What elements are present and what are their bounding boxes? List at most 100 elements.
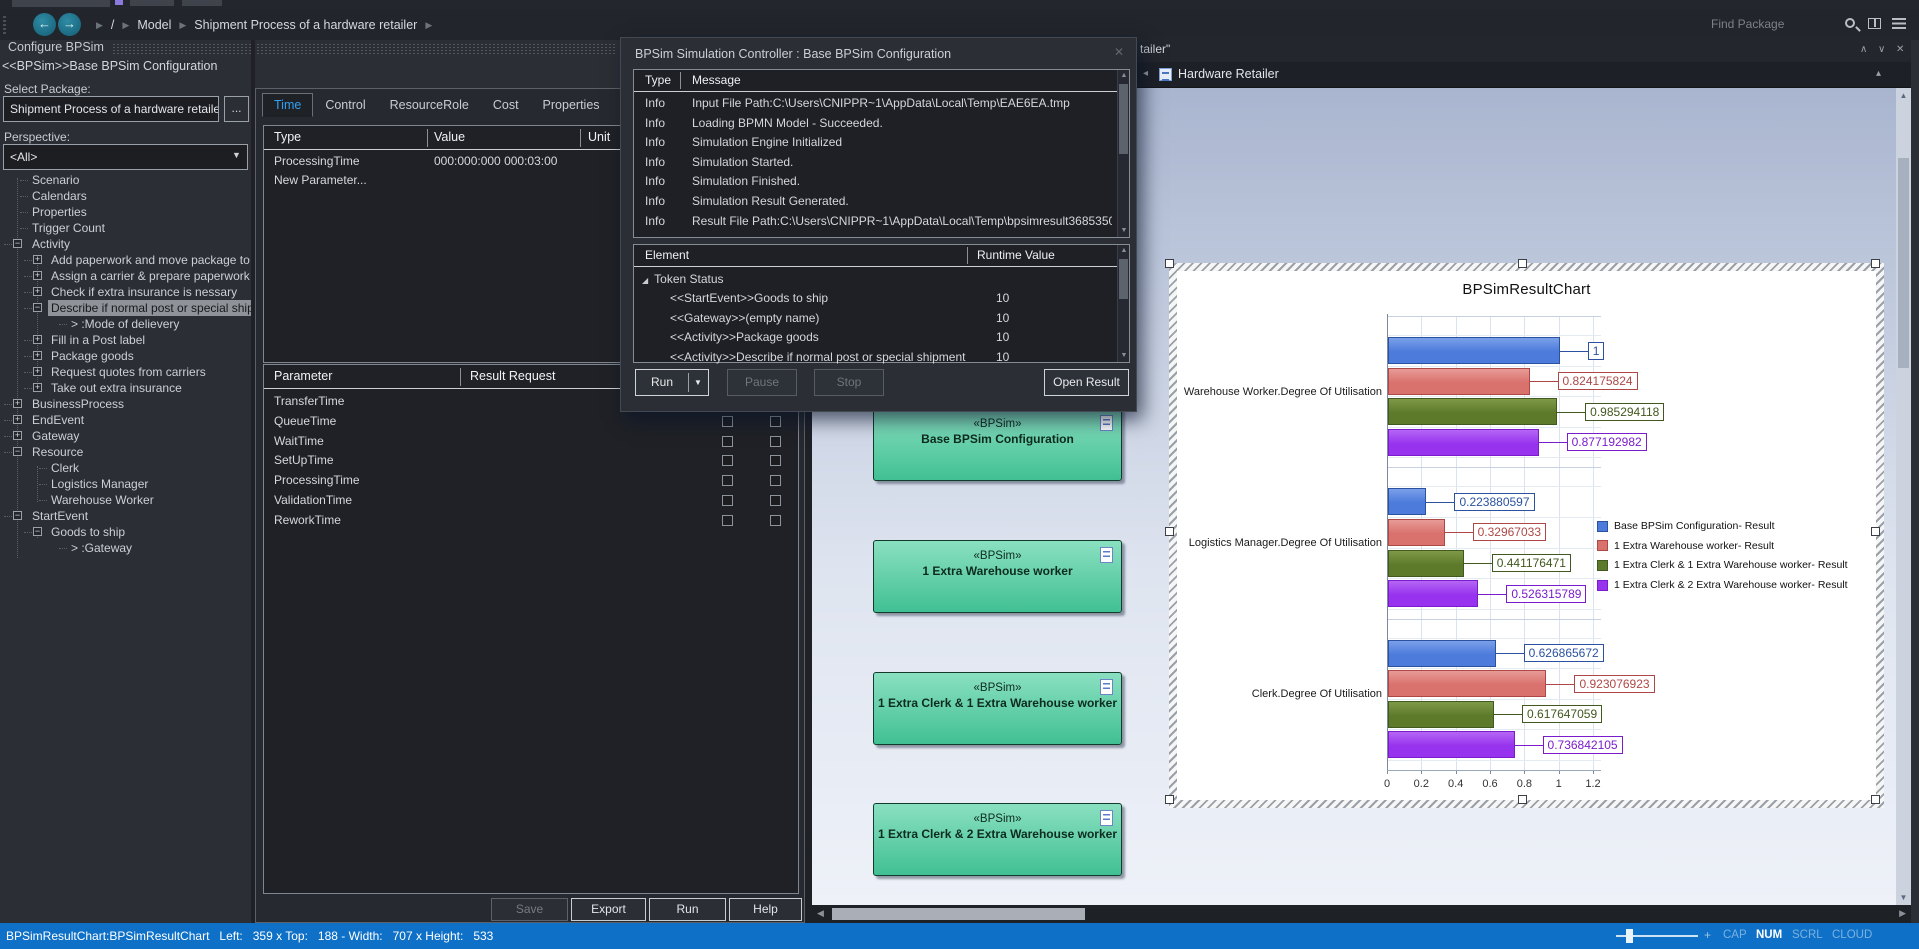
tab-resourcerole[interactable]: ResourceRole xyxy=(378,93,481,117)
result-parameter-cell[interactable]: SetUpTime xyxy=(274,451,334,470)
scroll-down-icon[interactable]: ▼ xyxy=(1118,225,1130,237)
tree-item[interactable]: −Goods to ship xyxy=(0,524,251,540)
expand-icon[interactable]: + xyxy=(13,399,22,408)
scroll-down-icon[interactable]: ▼ xyxy=(1896,890,1911,905)
token-status-group-row[interactable]: ◢Token Status xyxy=(642,270,724,289)
scroll-up-icon[interactable]: ▲ xyxy=(1118,70,1130,82)
drag-grip[interactable] xyxy=(3,16,6,34)
tree-item[interactable]: Clerk xyxy=(0,460,251,476)
tree-item[interactable]: −Resource xyxy=(0,444,251,460)
package-input[interactable]: Shipment Process of a hardware retailer xyxy=(3,96,219,122)
toggle-scrl[interactable]: SCRL xyxy=(1792,929,1823,941)
vertical-scrollbar[interactable]: ▲ ▼ xyxy=(1896,88,1911,905)
configure-bpsim-title[interactable]: Configure BPSim xyxy=(8,40,104,54)
expand-icon[interactable]: + xyxy=(13,415,22,424)
element-name-cell[interactable]: <<Gateway>>(empty name) xyxy=(670,309,970,328)
result-request-checkbox[interactable] xyxy=(770,455,781,466)
tab-cost[interactable]: Cost xyxy=(481,93,531,117)
log-type-cell[interactable]: Info xyxy=(645,114,665,133)
open-result-button[interactable]: Open Result xyxy=(1044,369,1129,396)
chevron-down-icon[interactable]: ∨ xyxy=(1878,44,1885,55)
expand-icon[interactable]: + xyxy=(13,431,22,440)
param-type-cell[interactable]: ProcessingTime xyxy=(274,152,360,171)
close-icon[interactable]: ✕ xyxy=(1114,45,1124,59)
scrollbar[interactable]: ▲ ▼ xyxy=(1117,245,1129,362)
result-request-checkbox[interactable] xyxy=(770,475,781,486)
element-name-cell[interactable]: <<Activity>>Package goods xyxy=(670,328,970,347)
scroll-down-icon[interactable]: ▼ xyxy=(1118,350,1130,362)
tree-item[interactable]: Properties xyxy=(0,204,251,220)
selection-handle[interactable] xyxy=(1871,259,1880,268)
bpsim-artifact-node[interactable]: «BPSim»1 Extra Clerk & 2 Extra Warehouse… xyxy=(873,803,1122,876)
run-simulation-button[interactable]: Run ▼ xyxy=(635,369,709,396)
tree-item[interactable]: +Fill in a Post label xyxy=(0,332,251,348)
result-request-checkbox[interactable] xyxy=(722,515,733,526)
toggle-num[interactable]: NUM xyxy=(1756,929,1782,941)
runtime-value-cell[interactable]: 10 xyxy=(996,348,1009,367)
pause-button[interactable]: Pause xyxy=(727,369,797,396)
result-request-checkbox[interactable] xyxy=(770,515,781,526)
collapse-icon[interactable]: − xyxy=(33,303,42,312)
result-parameter-cell[interactable]: ValidationTime xyxy=(274,491,352,510)
log-type-cell[interactable]: Info xyxy=(645,192,665,211)
log-message-cell[interactable]: Simulation Started. xyxy=(692,153,1112,172)
toggle-cloud[interactable]: CLOUD xyxy=(1832,929,1872,941)
log-message-cell[interactable]: Simulation Result Generated. xyxy=(692,192,1112,211)
expand-icon[interactable]: + xyxy=(33,271,42,280)
column-header[interactable]: Message xyxy=(692,73,741,87)
back-button[interactable]: ← xyxy=(33,13,56,36)
expanded-triangle-icon[interactable]: ◢ xyxy=(642,276,648,285)
expand-icon[interactable]: + xyxy=(33,255,42,264)
collapse-icon[interactable]: − xyxy=(13,239,22,248)
scrollbar[interactable]: ▲ ▼ xyxy=(1117,70,1129,237)
result-request-checkbox[interactable] xyxy=(722,455,733,466)
tree-item[interactable]: +EndEvent xyxy=(0,412,251,428)
column-header[interactable]: Element xyxy=(645,248,689,262)
result-request-checkbox[interactable] xyxy=(722,416,733,427)
tree-item[interactable]: +Take out extra insurance xyxy=(0,380,251,396)
expand-icon[interactable]: + xyxy=(33,351,42,360)
expand-icon[interactable]: + xyxy=(33,383,42,392)
log-type-cell[interactable]: Info xyxy=(645,153,665,172)
expand-icon[interactable]: + xyxy=(33,287,42,296)
chevron-up-icon[interactable]: ∧ xyxy=(1860,44,1867,55)
export-button[interactable]: Export xyxy=(571,898,646,921)
chevron-down-icon[interactable]: ▼ xyxy=(694,370,702,395)
collapse-icon[interactable]: − xyxy=(13,447,22,456)
log-message-cell[interactable]: Simulation Finished. xyxy=(692,172,1112,191)
log-type-cell[interactable]: Info xyxy=(645,212,665,231)
log-message-cell[interactable]: Result File Path:C:\Users\CNIPPR~1\AppDa… xyxy=(692,212,1112,231)
selection-handle[interactable] xyxy=(1871,527,1880,536)
selection-handle[interactable] xyxy=(1518,259,1527,268)
column-header[interactable]: Type xyxy=(645,73,671,87)
log-message-cell[interactable]: Loading BPMN Model - Succeeded. xyxy=(692,114,1112,133)
tab-time[interactable]: Time xyxy=(262,93,313,117)
result-parameter-cell[interactable]: TransferTime xyxy=(274,392,344,411)
result-parameter-cell[interactable]: ReworkTime xyxy=(274,511,341,530)
param-value-cell[interactable]: 000:000:000 000:03:00 xyxy=(434,152,557,171)
pin-icon[interactable]: ▴ xyxy=(1876,68,1881,79)
tree-item[interactable]: −StartEvent xyxy=(0,508,251,524)
result-parameter-cell[interactable]: ProcessingTime xyxy=(274,471,360,490)
menu-icon[interactable] xyxy=(1892,18,1906,29)
log-type-cell[interactable]: Info xyxy=(645,133,665,152)
layout-icon[interactable] xyxy=(1868,18,1881,29)
scroll-left-icon[interactable]: ◀ xyxy=(817,908,824,919)
selection-handle[interactable] xyxy=(1871,795,1880,804)
diagram-title[interactable]: Hardware Retailer xyxy=(1178,67,1279,81)
log-message-cell[interactable]: Simulation Engine Initialized xyxy=(692,133,1112,152)
scrollbar-thumb[interactable] xyxy=(832,908,1085,920)
tree-item[interactable]: +Package goods xyxy=(0,348,251,364)
run-button[interactable]: Run xyxy=(649,898,726,921)
tree-item[interactable]: Trigger Count xyxy=(0,220,251,236)
column-header[interactable]: Runtime Value xyxy=(977,248,1055,262)
runtime-value-cell[interactable]: 10 xyxy=(996,309,1009,328)
tree-item[interactable]: −Activity xyxy=(0,236,251,252)
column-header[interactable]: Type xyxy=(274,130,301,144)
log-message-cell[interactable]: Input File Path:C:\Users\CNIPPR~1\AppDat… xyxy=(692,94,1112,113)
find-package-input[interactable]: Find Package xyxy=(1711,17,1784,31)
scroll-up-icon[interactable]: ▲ xyxy=(1896,88,1911,103)
selection-handle[interactable] xyxy=(1165,259,1174,268)
element-name-cell[interactable]: <<Activity>>Describe if normal post or s… xyxy=(670,348,970,367)
runtime-value-cell[interactable]: 10 xyxy=(996,289,1009,308)
